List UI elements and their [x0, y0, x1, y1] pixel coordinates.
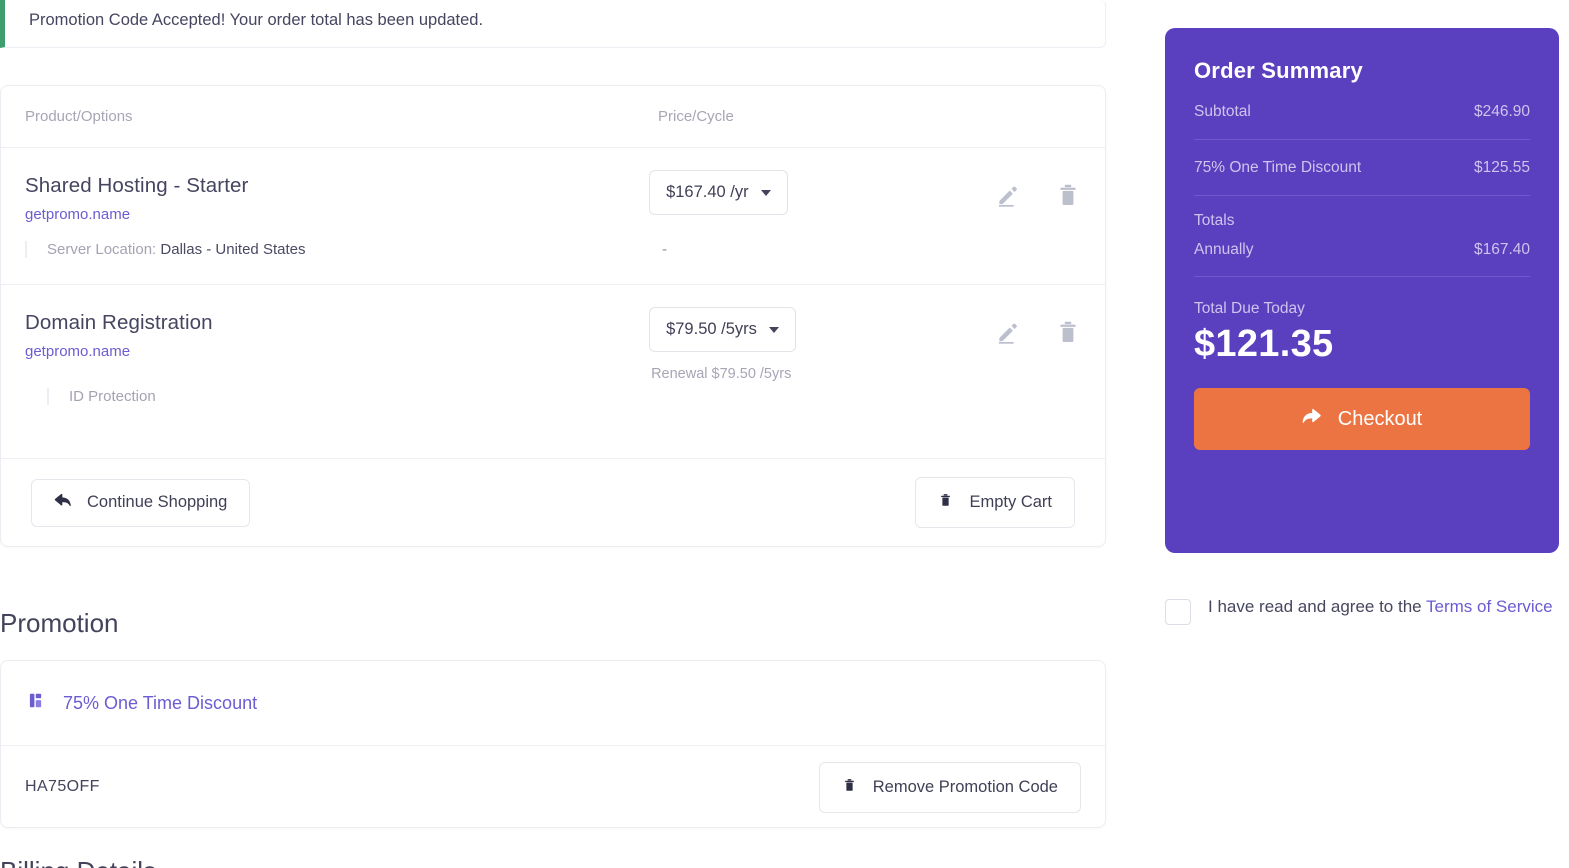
trash-icon — [938, 491, 953, 514]
summary-annually-label: Annually — [1194, 241, 1254, 258]
product-option-price: - — [662, 241, 667, 258]
billing-cycle-value: $79.50 /5yrs — [666, 320, 757, 338]
order-summary-title: Order Summary — [1194, 58, 1363, 83]
promotion-section-title: Promotion — [0, 608, 119, 638]
summary-discount-row: 75% One Time Discount $125.55 — [1194, 140, 1530, 196]
product-domain-link[interactable]: getpromo.name — [25, 206, 649, 223]
cart-item-row: Shared Hosting - Starter getpromo.name $… — [1, 148, 1105, 284]
product-option-row: Server Location: Dallas - United States … — [25, 241, 1081, 258]
summary-subtotal-row: Subtotal $246.90 — [1194, 84, 1530, 140]
promotion-code-row: HA75OFF Remove Promotion Code — [1, 746, 1105, 828]
product-name: Shared Hosting - Starter — [25, 174, 249, 197]
continue-shopping-label: Continue Shopping — [87, 493, 228, 511]
summary-subtotal-value: $246.90 — [1473, 103, 1530, 120]
cart-footer-actions: Continue Shopping Empty Cart — [1, 458, 1105, 546]
delete-icon[interactable] — [1055, 319, 1081, 345]
column-header-price: Price/Cycle — [658, 107, 734, 125]
shopping-cart-page: Promotion Code Accepted! Your order tota… — [0, 0, 1569, 868]
product-addon-row: ID Protection — [47, 388, 1081, 405]
cart-items-card: Product/Options Price/Cycle Shared Hosti… — [0, 85, 1106, 547]
product-name: Domain Registration — [25, 311, 213, 334]
product-option: Server Location: Dallas - United States — [29, 241, 662, 258]
summary-totals-block: Totals Annually $167.40 — [1194, 196, 1530, 277]
cart-table-header: Product/Options Price/Cycle — [1, 86, 1105, 148]
product-option-value: Dallas - United States — [160, 241, 306, 258]
terms-of-service-link[interactable]: Terms of Service — [1426, 597, 1553, 616]
terms-checkbox[interactable] — [1165, 599, 1191, 625]
terms-of-service-row: I have read and agree to the Terms of Se… — [1165, 592, 1565, 625]
order-summary-panel: Order Summary Subtotal $246.90 75% One T… — [1165, 28, 1559, 553]
summary-discount-value: $125.55 — [1473, 159, 1530, 176]
delete-icon[interactable] — [1055, 182, 1081, 208]
product-addon-label: ID Protection — [69, 388, 156, 405]
renewal-price: Renewal $79.50 /5yrs — [651, 366, 792, 382]
alert-message: Promotion Code Accepted! Your order tota… — [29, 11, 484, 29]
billing-section-title: Billing Details — [0, 856, 156, 868]
trash-icon — [842, 776, 857, 799]
continue-shopping-button[interactable]: Continue Shopping — [31, 478, 251, 527]
terms-text: I have read and agree to the Terms of Se… — [1208, 592, 1553, 622]
back-arrow-icon — [54, 493, 71, 513]
promotion-code: HA75OFF — [25, 778, 100, 795]
column-header-product: Product/Options — [25, 107, 133, 125]
summary-subtotal-label: Subtotal — [1194, 103, 1251, 120]
promotion-card: 75% One Time Discount HA75OFF Remove Pro… — [0, 660, 1106, 828]
summary-totals-label: Totals — [1194, 212, 1235, 229]
empty-cart-label: Empty Cart — [969, 493, 1052, 511]
promotion-tag-icon — [29, 692, 47, 715]
cart-item-row: Domain Registration getpromo.name $79.50… — [1, 284, 1105, 405]
remove-promotion-code-label: Remove Promotion Code — [872, 777, 1058, 796]
chevron-down-icon — [760, 189, 771, 196]
checkout-button[interactable]: Checkout — [1194, 388, 1530, 450]
total-due-today-label: Total Due Today — [1194, 300, 1305, 317]
promotion-name: 75% One Time Discount — [63, 692, 258, 713]
arrow-right-icon — [1302, 408, 1322, 431]
promotion-accepted-alert: Promotion Code Accepted! Your order tota… — [0, 0, 1106, 48]
billing-cycle-value: $167.40 /yr — [666, 183, 749, 201]
edit-icon[interactable] — [995, 319, 1021, 345]
promotion-applied-row: 75% One Time Discount — [1, 661, 1105, 746]
cart-main-column: Promotion Code Accepted! Your order tota… — [0, 0, 1106, 868]
chevron-down-icon — [768, 326, 779, 333]
product-option-label: Server Location: — [47, 241, 157, 258]
product-domain-link[interactable]: getpromo.name — [25, 343, 649, 360]
checkout-label: Checkout — [1337, 407, 1423, 430]
summary-discount-label: 75% One Time Discount — [1194, 159, 1362, 176]
billing-cycle-select[interactable]: $79.50 /5yrs — [649, 307, 796, 352]
edit-icon[interactable] — [995, 182, 1021, 208]
remove-promotion-code-button[interactable]: Remove Promotion Code — [818, 761, 1081, 813]
empty-cart-button[interactable]: Empty Cart — [915, 477, 1075, 528]
terms-text-prefix: I have read and agree to the — [1208, 597, 1427, 616]
summary-annually-value: $167.40 — [1473, 241, 1530, 258]
total-due-today-value: $121.35 — [1194, 323, 1334, 365]
billing-cycle-select[interactable]: $167.40 /yr — [649, 170, 788, 215]
